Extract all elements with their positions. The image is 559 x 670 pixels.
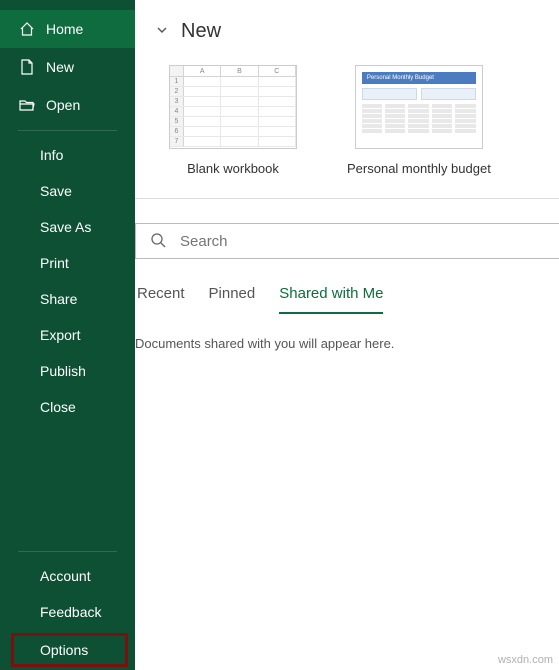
sidebar-item-label: Home: [46, 21, 83, 37]
sidebar-item-account[interactable]: Account: [0, 558, 135, 594]
sidebar-item-home[interactable]: Home: [0, 10, 135, 48]
main-panel: New ABC 1 2 3 4 5 6 7 Blank workbook: [135, 0, 559, 670]
sidebar-item-options[interactable]: Options: [10, 632, 129, 668]
sidebar-item-saveas[interactable]: Save As: [0, 209, 135, 245]
sidebar-item-feedback[interactable]: Feedback: [0, 594, 135, 630]
sidebar-item-label: Print: [40, 255, 69, 271]
new-file-icon: [18, 58, 36, 76]
sidebar-item-label: Feedback: [40, 604, 101, 620]
sidebar-item-new[interactable]: New: [0, 48, 135, 86]
divider: [18, 551, 117, 552]
home-icon: [18, 20, 36, 38]
empty-message: Documents shared with you will appear he…: [135, 322, 559, 351]
tab-pinned[interactable]: Pinned: [209, 277, 256, 314]
sidebar-item-label: Info: [40, 147, 63, 163]
section-title: New: [181, 20, 221, 43]
tab-shared-with-me[interactable]: Shared with Me: [279, 277, 383, 314]
sidebar-item-label: Export: [40, 327, 80, 343]
templates-row: ABC 1 2 3 4 5 6 7 Blank workbook Persona…: [135, 57, 559, 199]
sidebar-item-label: Save: [40, 183, 72, 199]
search-icon: [150, 232, 166, 251]
sidebar-item-label: Options: [40, 642, 88, 658]
sidebar-item-label: New: [46, 59, 74, 75]
sidebar: Home New Open Info Save Save As Print Sh…: [0, 0, 135, 670]
template-label: Blank workbook: [187, 161, 279, 176]
sidebar-item-label: Open: [46, 97, 80, 113]
sidebar-item-close[interactable]: Close: [0, 389, 135, 425]
tabs: Recent Pinned Shared with Me: [135, 277, 559, 314]
template-personal-monthly-budget[interactable]: Personal Monthly Budget Personal monthly…: [347, 65, 491, 176]
template-thumb: ABC 1 2 3 4 5 6 7: [169, 65, 297, 149]
sidebar-item-label: Publish: [40, 363, 86, 379]
sidebar-item-label: Close: [40, 399, 76, 415]
sidebar-item-open[interactable]: Open: [0, 86, 135, 124]
tab-recent[interactable]: Recent: [137, 277, 185, 314]
search-input[interactable]: [180, 233, 545, 250]
sidebar-item-label: Save As: [40, 219, 91, 235]
divider: [18, 130, 117, 131]
sidebar-item-share[interactable]: Share: [0, 281, 135, 317]
sidebar-item-label: Account: [40, 568, 91, 584]
chevron-down-icon: [155, 23, 169, 40]
sidebar-item-publish[interactable]: Publish: [0, 353, 135, 389]
search-box: [135, 223, 559, 259]
template-blank-workbook[interactable]: ABC 1 2 3 4 5 6 7 Blank workbook: [169, 65, 297, 176]
sidebar-item-export[interactable]: Export: [0, 317, 135, 353]
section-header[interactable]: New: [135, 20, 559, 57]
template-label: Personal monthly budget: [347, 161, 491, 176]
sidebar-item-print[interactable]: Print: [0, 245, 135, 281]
sidebar-item-label: Share: [40, 291, 77, 307]
template-thumb: Personal Monthly Budget: [355, 65, 483, 149]
sidebar-item-info[interactable]: Info: [0, 137, 135, 173]
watermark: wsxdn.com: [498, 654, 553, 666]
sidebar-item-save[interactable]: Save: [0, 173, 135, 209]
open-folder-icon: [18, 96, 36, 114]
